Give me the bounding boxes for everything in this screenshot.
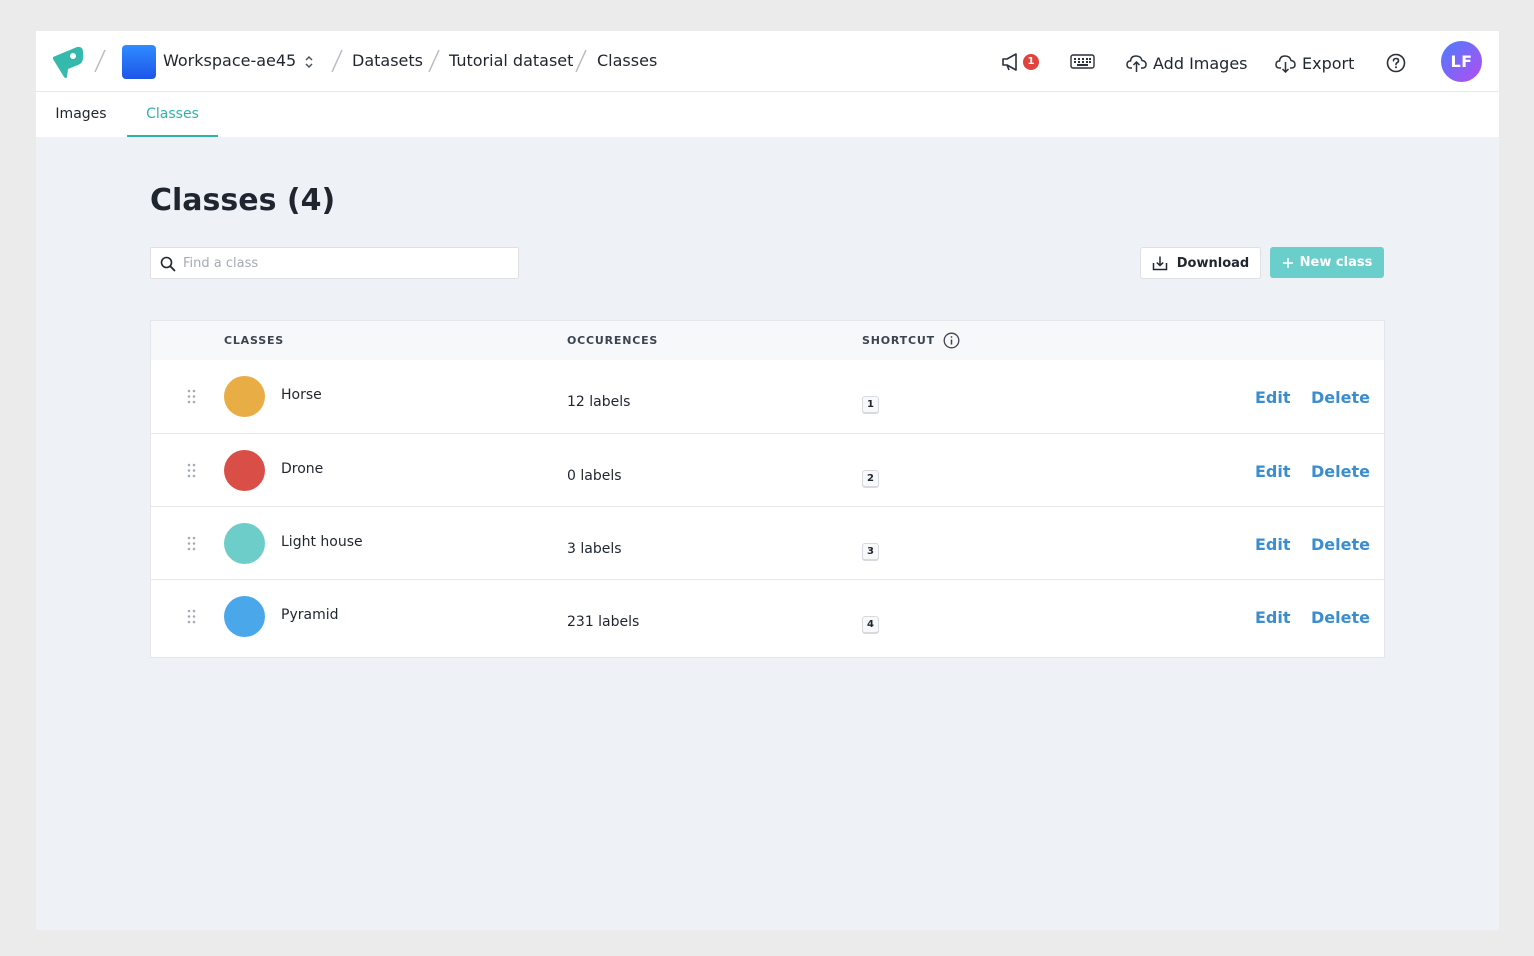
new-class-button[interactable]: New class (1270, 247, 1384, 278)
plus-icon (1282, 257, 1293, 268)
help-icon[interactable] (1386, 53, 1406, 73)
class-search[interactable] (150, 247, 519, 279)
table-row: Light house 3 labels 3 Edit Delete (151, 506, 1384, 579)
megaphone-icon[interactable] (1001, 52, 1023, 72)
class-color-swatch (224, 450, 265, 491)
class-color-swatch (224, 376, 265, 417)
drag-handle-icon[interactable] (187, 609, 196, 624)
edit-button[interactable]: Edit (1255, 535, 1291, 554)
cloud-upload-icon (1126, 55, 1147, 72)
classes-table: CLASSES OCCURENCES SHORTCUT Horse 12 lab… (150, 320, 1385, 658)
top-header: Workspace-ae45 Datasets Tutorial dataset… (36, 31, 1499, 92)
download-label: Download (1176, 255, 1250, 271)
class-name: Pyramid (281, 607, 339, 623)
download-button[interactable]: Download (1140, 247, 1261, 279)
breadcrumb-separator-icon (428, 49, 440, 73)
add-images-button[interactable]: Add Images (1126, 50, 1248, 76)
delete-button[interactable]: Delete (1311, 608, 1370, 627)
add-images-label: Add Images (1153, 53, 1248, 73)
class-name: Light house (281, 534, 363, 550)
download-icon (1152, 256, 1168, 271)
table-row: Pyramid 231 labels 4 Edit Delete (151, 579, 1384, 652)
shortcut-key: 2 (862, 470, 879, 487)
workspace-icon[interactable] (122, 45, 156, 79)
class-occurrences: 0 labels (567, 468, 622, 484)
keyboard-icon[interactable] (1070, 54, 1095, 70)
info-icon[interactable] (943, 332, 960, 349)
tab-images[interactable]: Images (50, 92, 112, 137)
breadcrumb-datasets[interactable]: Datasets (352, 50, 423, 72)
table-row: Drone 0 labels 2 Edit Delete (151, 433, 1384, 506)
class-name: Drone (281, 461, 324, 477)
edit-button[interactable]: Edit (1255, 388, 1291, 407)
breadcrumb-separator-icon (331, 49, 343, 73)
delete-button[interactable]: Delete (1311, 535, 1370, 554)
column-header-shortcut: SHORTCUT (862, 334, 935, 347)
column-header-occurences: OCCURENCES (567, 334, 659, 347)
class-occurrences: 12 labels (567, 394, 631, 410)
cloud-download-icon (1275, 55, 1296, 73)
column-header-classes: CLASSES (224, 334, 284, 347)
chevron-up-down-icon[interactable] (304, 54, 314, 70)
search-input[interactable] (183, 248, 513, 278)
notification-badge: 1 (1023, 54, 1039, 70)
breadcrumb-dataset[interactable]: Tutorial dataset (449, 50, 573, 72)
drag-handle-icon[interactable] (187, 463, 196, 478)
user-avatar[interactable]: LF (1441, 41, 1482, 82)
page-title: Classes (4) (150, 183, 336, 218)
tab-bar: Images Classes (36, 92, 1499, 137)
export-button[interactable]: Export (1275, 50, 1354, 76)
breadcrumb-separator-icon (575, 49, 587, 73)
app-window: Workspace-ae45 Datasets Tutorial dataset… (36, 31, 1499, 930)
edit-button[interactable]: Edit (1255, 608, 1291, 627)
new-class-label: New class (1299, 255, 1373, 270)
shortcut-key: 1 (862, 396, 879, 413)
drag-handle-icon[interactable] (187, 389, 196, 404)
edit-button[interactable]: Edit (1255, 462, 1291, 481)
app-logo-icon[interactable] (51, 45, 85, 79)
class-name: Horse (281, 387, 322, 403)
table-row: Horse 12 labels 1 Edit Delete (151, 360, 1384, 433)
class-color-swatch (224, 596, 265, 637)
table-header: CLASSES OCCURENCES SHORTCUT (151, 321, 1384, 360)
delete-button[interactable]: Delete (1311, 462, 1370, 481)
delete-button[interactable]: Delete (1311, 388, 1370, 407)
breadcrumb-current: Classes (597, 51, 658, 70)
class-occurrences: 231 labels (567, 614, 640, 630)
export-label: Export (1302, 53, 1355, 73)
class-occurrences: 3 labels (567, 541, 622, 557)
drag-handle-icon[interactable] (187, 536, 196, 551)
breadcrumb-separator-icon (94, 49, 106, 73)
shortcut-key: 3 (862, 543, 879, 560)
workspace-switcher[interactable]: Workspace-ae45 (163, 50, 296, 72)
search-icon (160, 256, 176, 272)
tab-classes[interactable]: Classes (127, 92, 218, 137)
shortcut-key: 4 (862, 616, 879, 633)
class-color-swatch (224, 523, 265, 564)
